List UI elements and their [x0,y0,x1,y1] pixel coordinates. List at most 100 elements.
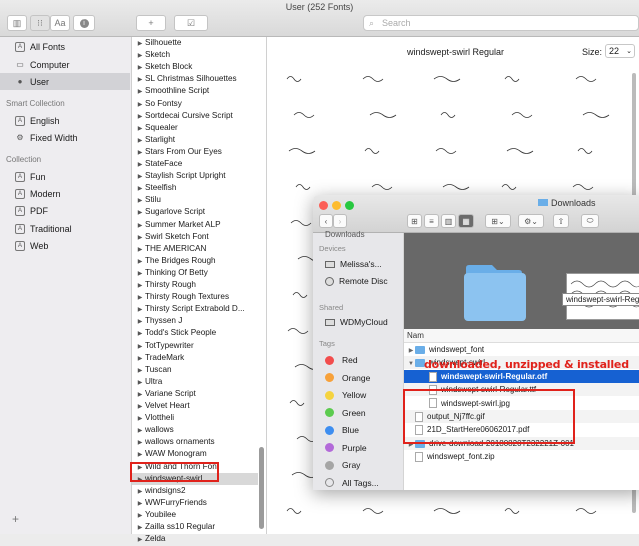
font-list-item[interactable]: ▶ Silhouette [132,37,258,49]
sidebar-item-label: Web [30,240,49,251]
font-list-item[interactable]: ▶ Thyssen J [132,315,258,327]
font-list-item[interactable]: ▶ Thinking Of Betty [132,267,258,279]
font-list-item[interactable]: ▶ wallows [132,424,258,436]
icon-view-button[interactable]: ⊞ [407,214,422,228]
minimize-button[interactable] [332,201,341,210]
sidebar-item-tag[interactable]: Purple [325,443,367,453]
font-list-item[interactable]: ▶ Staylish Script Upright [132,170,258,182]
finder-preview: windswept-swirl-Reg [404,233,639,329]
sidebar-item-fixed-width[interactable]: ⚙ Fixed Width [0,129,130,146]
search-input[interactable]: ⌕ Search [363,15,639,31]
action-button[interactable]: ⚙⌄ [518,214,544,228]
sidebar-item-device[interactable]: Melissa's... [325,259,382,269]
cover-flow-button[interactable]: ▦ [458,214,474,228]
info-button[interactable]: i [73,15,95,31]
font-list-item[interactable]: ▶ Thirsty Rough Textures [132,291,258,303]
font-list-item[interactable]: ▶ wallows ornaments [132,436,258,448]
sidebar-item-fun[interactable]: A Fun [0,168,130,185]
sidebar-item-tag[interactable]: Gray [325,460,360,470]
font-list-item[interactable]: ▶ Thirsty Script Extrabold D... [132,303,258,315]
grid-view-button[interactable]: ⁝⁝ [30,15,50,31]
sidebar-item-user[interactable]: ● User [0,73,130,90]
forward-button[interactable]: › [333,214,347,228]
arrange-button[interactable]: ⊞⌄ [485,214,511,228]
font-list-item[interactable]: ▶ Sortdecai Cursive Script [132,110,258,122]
font-list-item[interactable]: ▶ Swirl Sketch Font [132,231,258,243]
sidebar-item-tag[interactable]: Yellow [325,390,366,400]
font-list-item[interactable]: ▶ The Bridges Rough [132,255,258,267]
sidebar-item-tag[interactable]: Blue [325,425,359,435]
sidebar-item-remote-disc[interactable]: Remote Disc [325,276,388,286]
sidebar-item-web[interactable]: A Web [0,237,130,254]
share-button[interactable]: ⇧ [553,214,569,228]
font-list-scrollbar[interactable] [259,447,264,529]
column-header-name[interactable]: Nam [404,329,639,343]
font-list-item[interactable]: ▶ Stilu [132,194,258,206]
text-view-button[interactable]: Aa [50,15,70,31]
font-list-item[interactable]: ▶ Smoothline Script [132,85,258,97]
sidebar-item-all-fonts[interactable]: A All Fonts [0,38,130,55]
font-name: Zelda [145,534,166,544]
sidebar-item-tag[interactable]: Red [325,355,358,365]
sidebar-item-tag[interactable]: All Tags... [325,478,379,488]
close-button[interactable] [319,201,328,210]
font-list-item[interactable]: ▶ Todd's Stick People [132,327,258,339]
font-name: Silhouette [145,38,182,47]
font-list-item[interactable]: ▶ Sketch [132,49,258,61]
font-list-item[interactable]: ▶ Sketch Block [132,61,258,73]
font-list-item[interactable]: ▶ THE AMERICAN [132,243,258,255]
font-name: Swirl Sketch Font [145,231,209,241]
font-list-item[interactable]: ▶ Stars From Our Eyes [132,146,258,158]
sidebar-item-modern[interactable]: A Modern [0,185,130,202]
font-list-item[interactable]: ▶ Squealer [132,122,258,134]
font-list-item[interactable]: ▶ Zelda [132,533,258,545]
font-list-item[interactable]: ▶ WWFurryFriends [132,497,258,509]
font-list-item[interactable]: ▶ SL Christmas Silhouettes [132,73,258,85]
gear-icon: ⚙⌄ [524,216,538,226]
font-list-item[interactable]: ▶ Sugarlove Script [132,206,258,218]
file-row[interactable]: ▶ windswept_font [404,343,639,356]
tag-button[interactable]: ⬭ [581,214,599,228]
tags-heading: Tags [319,339,335,348]
file-row[interactable]: windswept-swirl-Regular.otf [404,369,639,383]
font-list-item[interactable]: ▶ windsigns2 [132,485,258,497]
sidebar-item-english[interactable]: A English [0,112,130,129]
font-list-item[interactable]: ▶ Steelfish [132,182,258,194]
sidebar-item-tag[interactable]: Orange [325,373,370,383]
sidebar-item-downloads[interactable]: Downloads [325,230,365,239]
font-list-item[interactable]: ▶ Ultra [132,376,258,388]
font-list-item[interactable]: ▶ TradeMark [132,352,258,364]
font-list-item[interactable]: ▶ Thirsty Rough [132,279,258,291]
sidebar-item-pdf[interactable]: A PDF [0,202,130,219]
font-list-item[interactable]: ▶ Summer Market ALP [132,219,258,231]
font-list-item[interactable]: ▶ StateFace [132,158,258,170]
column-view-button[interactable]: ▥ [441,214,456,228]
font-list-item[interactable]: ▶ Youbilee [132,509,258,521]
font-list-item[interactable]: ▶ TotTypewriter [132,340,258,352]
list-view-button[interactable]: ≡ [424,214,439,228]
font-list-item[interactable]: ▶ So Fontsy [132,98,258,110]
disclosure-triangle-icon[interactable]: ▶ [135,534,145,546]
add-font-button[interactable]: + [136,15,166,31]
list-view-icon: ≡ [429,216,434,226]
sidebar-item-traditional[interactable]: A Traditional [0,220,130,237]
disc-icon [325,276,334,286]
font-name: Thyssen J [145,316,183,326]
font-list-item[interactable]: ▶ Velvet Heart [132,400,258,412]
sidebar-item-label: Modern [30,188,61,199]
font-list-item[interactable]: ▶ Tuscan [132,364,258,376]
validate-button[interactable]: ☑ [174,15,208,31]
font-list-item[interactable]: ▶ Variane Script [132,388,258,400]
back-button[interactable]: ‹ [319,214,333,228]
sidebar-item-computer[interactable]: ▭ Computer [0,56,130,73]
font-list-item[interactable]: ▶ WAW Monogram [132,448,258,460]
font-list-item[interactable]: ▶ Vlottheli [132,412,258,424]
add-collection-button[interactable]: + [12,512,19,526]
font-list-item[interactable]: ▶ Zailla ss10 Regular [132,521,258,533]
font-list-item[interactable]: ▶ Starlight [132,134,258,146]
sidebar-toggle-button[interactable]: ▥ [7,15,27,31]
zoom-button[interactable] [345,201,354,210]
file-row[interactable]: windswept_font.zip [404,450,639,463]
sidebar-item-wdmycloud[interactable]: WDMyCloud [325,317,388,327]
sidebar-item-tag[interactable]: Green [325,408,366,418]
